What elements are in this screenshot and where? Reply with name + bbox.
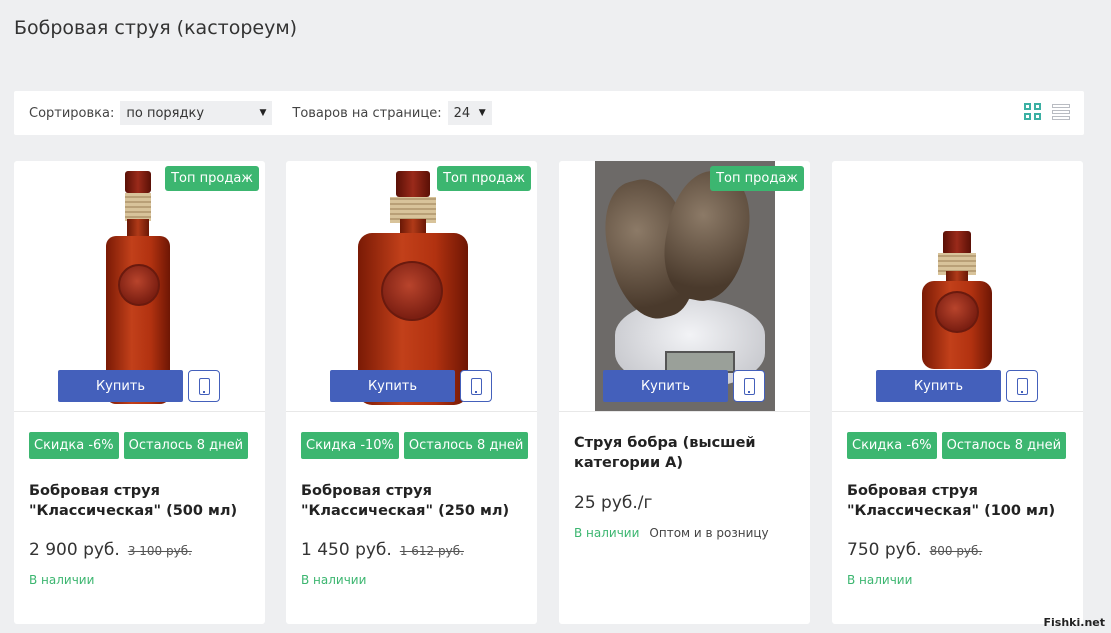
call-button[interactable] [460,370,492,402]
grid-view-icon[interactable] [1024,103,1042,121]
buy-button[interactable]: Купить [330,370,455,402]
price: 2 900 руб. [29,540,120,560]
list-view-icon[interactable] [1052,103,1070,121]
wholesale-note: Оптом и в розницу [649,526,769,540]
days-left-badge: Осталось 8 дней [403,432,529,459]
sort-label: Сортировка: [29,105,115,121]
caret-down-icon: ▼ [259,108,267,118]
divider [286,411,537,412]
caret-down-icon: ▼ [478,108,486,118]
days-left-badge: Осталось 8 дней [123,432,249,459]
phone-icon [198,377,210,395]
call-button[interactable] [1006,370,1038,402]
divider [832,411,1083,412]
top-sales-badge: Топ продаж [710,166,804,191]
buy-button[interactable]: Купить [603,370,728,402]
call-button[interactable] [188,370,220,402]
product-name[interactable]: Бобровая струя "Классическая" (500 мл) [29,481,254,521]
call-button[interactable] [733,370,765,402]
product-name[interactable]: Бобровая струя "Классическая" (250 мл) [301,481,526,521]
phone-icon [743,377,755,395]
stock-status: В наличии [301,573,367,587]
watermark: Fishki.net [1043,616,1105,629]
scrollbar[interactable] [1102,0,1111,633]
stock-status: В наличии [574,526,640,540]
phone-icon [470,377,482,395]
old-price: 3 100 руб. [127,544,192,558]
old-price: 800 руб. [929,544,983,558]
product-card[interactable]: Топ продаж Купить Струя бобра (высшей ка… [559,161,810,624]
discount-badge: Скидка -10% [301,432,399,459]
page-title: Бобровая струя (кастореум) [14,17,298,39]
price: 750 руб. [847,540,922,560]
discount-badge: Скидка -6% [847,432,937,459]
phone-icon [1016,377,1028,395]
per-page-label: Товаров на странице: [292,105,442,121]
price: 25 руб./г [574,493,653,513]
stock-status: В наличии [29,573,95,587]
per-page-select[interactable]: 24 ▼ [447,101,492,125]
divider [559,411,810,412]
per-page-value: 24 [453,105,471,121]
discount-badge: Скидка -6% [29,432,119,459]
product-name[interactable]: Струя бобра (высшей категории А) [574,433,799,473]
product-card[interactable]: Топ продаж Купить Скидка -10% Осталось 8… [286,161,537,624]
top-sales-badge: Топ продаж [437,166,531,191]
product-card[interactable]: Топ продаж Купить Скидка -6% Осталось 8 … [14,161,265,624]
old-price: 1 612 руб. [399,544,464,558]
sort-select[interactable]: по порядку ▼ [120,101,273,125]
buy-button[interactable]: Купить [876,370,1001,402]
top-sales-badge: Топ продаж [165,166,259,191]
catalog-toolbar: Сортировка: по порядку ▼ Товаров на стра… [14,91,1084,135]
divider [14,411,265,412]
stock-status: В наличии [847,573,913,587]
product-name[interactable]: Бобровая струя "Классическая" (100 мл) [847,481,1072,521]
sort-value: по порядку [126,105,205,121]
view-toggles [1024,103,1070,121]
price: 1 450 руб. [301,540,392,560]
buy-button[interactable]: Купить [58,370,183,402]
days-left-badge: Осталось 8 дней [941,432,1067,459]
product-card[interactable]: Купить Скидка -6% Осталось 8 дней Бобров… [832,161,1083,624]
